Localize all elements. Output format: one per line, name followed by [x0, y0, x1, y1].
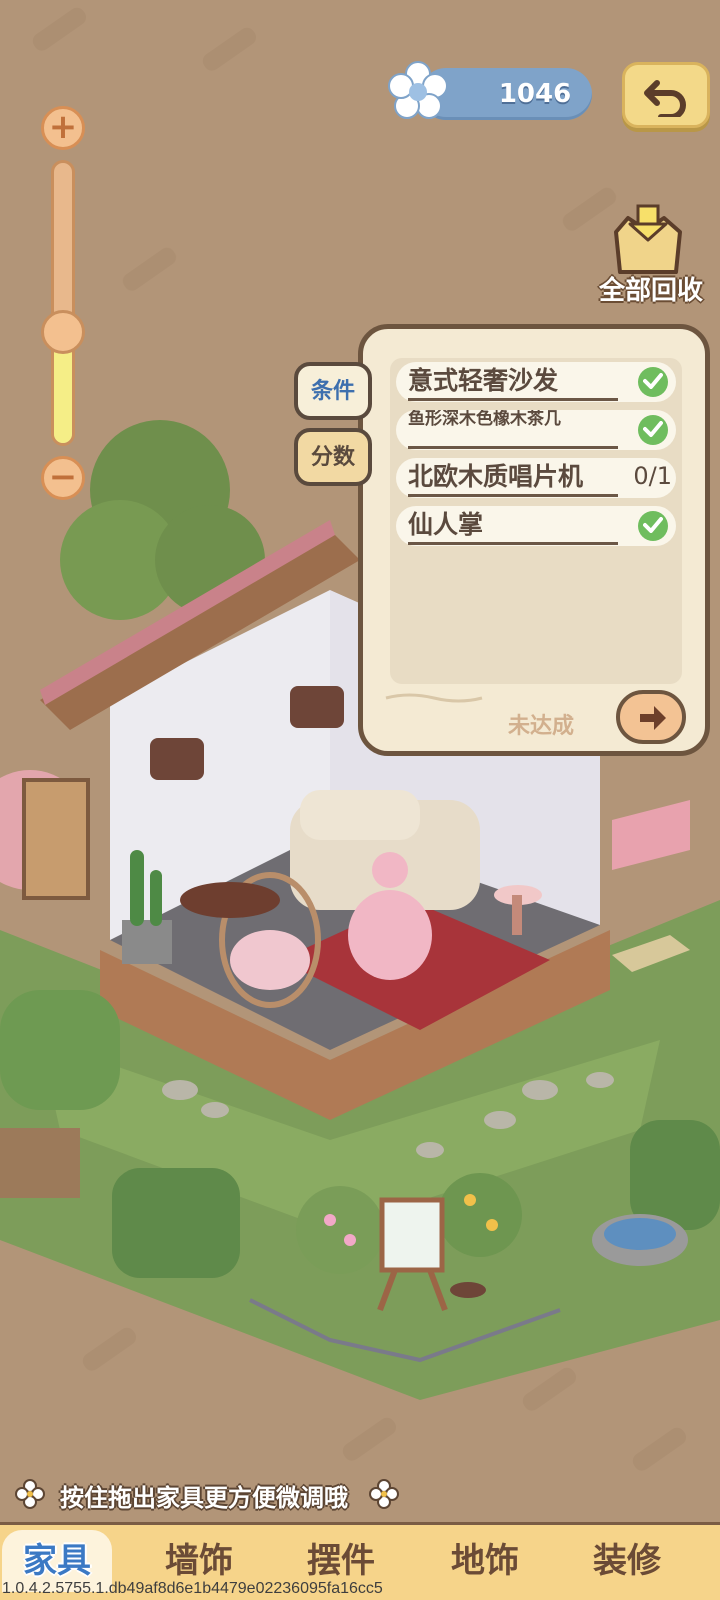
condition-label: 鱼形深木色橡木茶几: [408, 410, 618, 449]
arrow-right-icon: [640, 706, 666, 730]
condition-label: 仙人掌: [408, 508, 618, 545]
zoom-slider-track[interactable]: [51, 160, 75, 446]
check-icon: [638, 415, 668, 445]
zoom-slider-handle[interactable]: [41, 309, 85, 354]
version-text: 1.0.4.2.5755.1.db49af8d6e1b4479e02236095…: [2, 1580, 383, 1597]
zoom-in-button[interactable]: +: [41, 106, 85, 150]
condition-item: 意式轻奢沙发: [396, 362, 676, 402]
tab-score[interactable]: 分数: [294, 428, 372, 486]
completion-status: 未达成: [508, 714, 575, 739]
flower-icon: [388, 61, 448, 119]
back-button[interactable]: [622, 62, 710, 128]
condition-label: 意式轻奢沙发: [408, 364, 618, 401]
tab-conditions[interactable]: 条件: [294, 362, 372, 420]
check-icon: [638, 367, 668, 397]
plus-icon: +: [48, 107, 78, 147]
condition-item: 鱼形深木色橡木茶几: [396, 410, 676, 450]
zoom-out-button[interactable]: −: [41, 456, 85, 500]
currency-value: 1046: [498, 79, 572, 109]
clover-icon: [15, 1479, 45, 1509]
condition-item: 仙人掌: [396, 506, 676, 546]
undo-arrow-icon: [644, 80, 686, 117]
box-with-down-arrow-icon[interactable]: [606, 204, 690, 278]
condition-label: 北欧木质唱片机: [408, 460, 618, 497]
clover-icon: [369, 1479, 399, 1509]
tab-renovation[interactable]: 装修: [572, 1530, 682, 1592]
recycle-all-label[interactable]: 全部回收: [586, 270, 716, 307]
condition-item: 北欧木质唱片机 0/1: [396, 458, 676, 498]
panel-divider-ornament: [385, 693, 483, 703]
tab-floor-decor[interactable]: 地饰: [430, 1530, 540, 1592]
condition-progress: 0/1: [633, 462, 672, 490]
hint-text: 按住拖出家具更方便微调哦: [60, 1484, 348, 1512]
check-icon: [638, 511, 668, 541]
next-button[interactable]: [616, 690, 686, 744]
hint-banner: 按住拖出家具更方便微调哦: [14, 1476, 408, 1516]
minus-icon: −: [48, 457, 78, 497]
